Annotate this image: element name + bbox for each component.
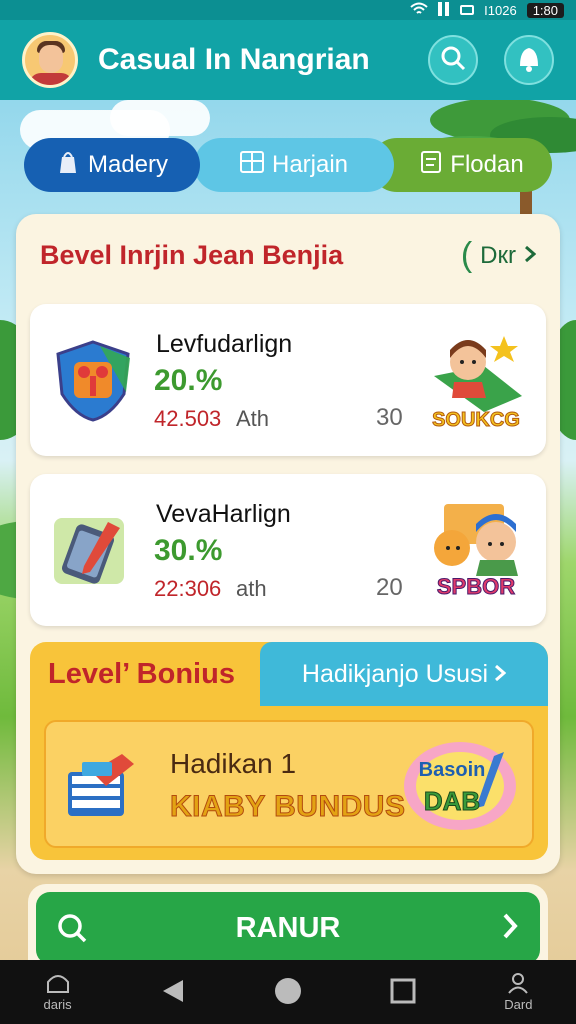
level-name: Levfudarlign [156,330,293,358]
tab-label: Madery [87,151,169,178]
bag-icon [56,149,80,182]
toolbox-icon [62,742,146,826]
back-triangle-icon [161,978,185,1007]
run-button-container: RANUR [28,884,548,964]
level-percent: 30.% [154,534,223,567]
status-time-left: I1026 [484,2,517,18]
status-bar: I1026 1:80 [0,0,576,20]
nav-home[interactable]: daris [18,972,98,1012]
nav-home-label: daris [43,997,72,1012]
clipboard-icon [420,150,442,181]
bonus-link[interactable]: Hadikjanjo Ususi [260,642,548,706]
person-icon [506,972,530,997]
app-title: Casual In Nangrian [98,43,370,76]
tab-label: Flodan [450,151,524,178]
bracket-icon: ( [460,236,473,274]
tab-madery[interactable]: Madery [24,138,200,192]
grid-icon [239,150,264,180]
bonus-subtitle: KIABY BUNDUS [169,790,406,824]
kids-sticker-icon: SPBOR [434,504,518,600]
level-item[interactable]: Levfudarlign 20.% 42.503 Ath 30 SOUKCG [30,304,546,456]
profile-button[interactable] [504,35,554,85]
tablet-pen-icon [50,508,136,594]
level-item[interactable]: VevaHarlign 30.% 22:306 ath 20 SPBOR [30,474,546,626]
tab-bar: Madery Harjain Flodan [24,138,552,192]
app-header: Casual In Nangrian [0,20,576,100]
battery-icon [460,5,475,15]
nav-recents[interactable] [363,978,443,1007]
home-circle-icon [274,977,302,1008]
level-bonus-card: Level’ Bonius Hadikjanjo Ususi Hadikan 1… [30,642,548,860]
levels-panel: Bevel Inrjin Jean Benjia ( Dкr Levfudarl… [16,214,560,874]
home-icon [46,972,70,997]
badge-line-1: Basoin [419,759,486,781]
bonus-name: Hadikan 1 [170,748,297,779]
avatar[interactable] [22,32,78,88]
bonus-item[interactable]: Hadikan 1 KIABY BUNDUS Basoin DAB [44,720,534,848]
kid-sticker-icon: SOUKCG [432,336,522,432]
level-unit: Ath [236,406,270,431]
badge-text: SOUKCG [432,409,520,431]
bonus-link-label: Hadikjanjo Ususi [301,659,489,688]
nav-home-circle[interactable] [248,977,328,1008]
level-name: VevaHarlign [156,500,291,528]
nav-profile-label: Dard [504,997,533,1012]
system-nav-bar: daris Dard [0,960,576,1024]
shield-scissors-icon [50,338,136,424]
status-time-right: 1:80 [526,2,564,18]
user-bell-icon [516,44,542,77]
badge-text: SPBOR [437,574,515,599]
level-unit: ath [236,576,267,601]
signal-icon [438,1,450,19]
wifi-icon [410,2,428,19]
search-icon [56,912,88,952]
level-score: 22:306 [154,576,222,601]
chevron-right-icon [502,910,518,949]
nav-profile[interactable]: Dard [478,972,558,1012]
level-count: 30 [376,404,403,431]
tab-flodan[interactable]: Flodan [370,138,552,192]
search-icon [440,45,466,76]
level-count: 20 [376,574,403,601]
badge-line-2: DAB [424,786,480,816]
bonus-sticker-icon: Basoin DAB [404,742,516,830]
search-button[interactable] [428,35,478,85]
level-percent: 20.% [154,364,223,397]
chevron-right-icon [524,242,537,270]
level-score: 42.503 [154,406,222,431]
nav-back[interactable] [133,978,213,1007]
recents-square-icon [390,978,416,1007]
panel-more-link[interactable]: ( Dкr [460,236,537,275]
run-button[interactable]: RANUR [36,892,540,964]
run-button-label: RANUR [235,911,341,944]
panel-title: Bevel Inrjin Jean Benjia [40,240,344,270]
tab-harjain[interactable]: Harjain [194,138,394,192]
tab-label: Harjain [271,151,349,178]
panel-link-label: Dкr [480,241,516,269]
bonus-tab[interactable]: Level’ Bonius [30,642,260,706]
chevron-right-icon [494,660,507,689]
